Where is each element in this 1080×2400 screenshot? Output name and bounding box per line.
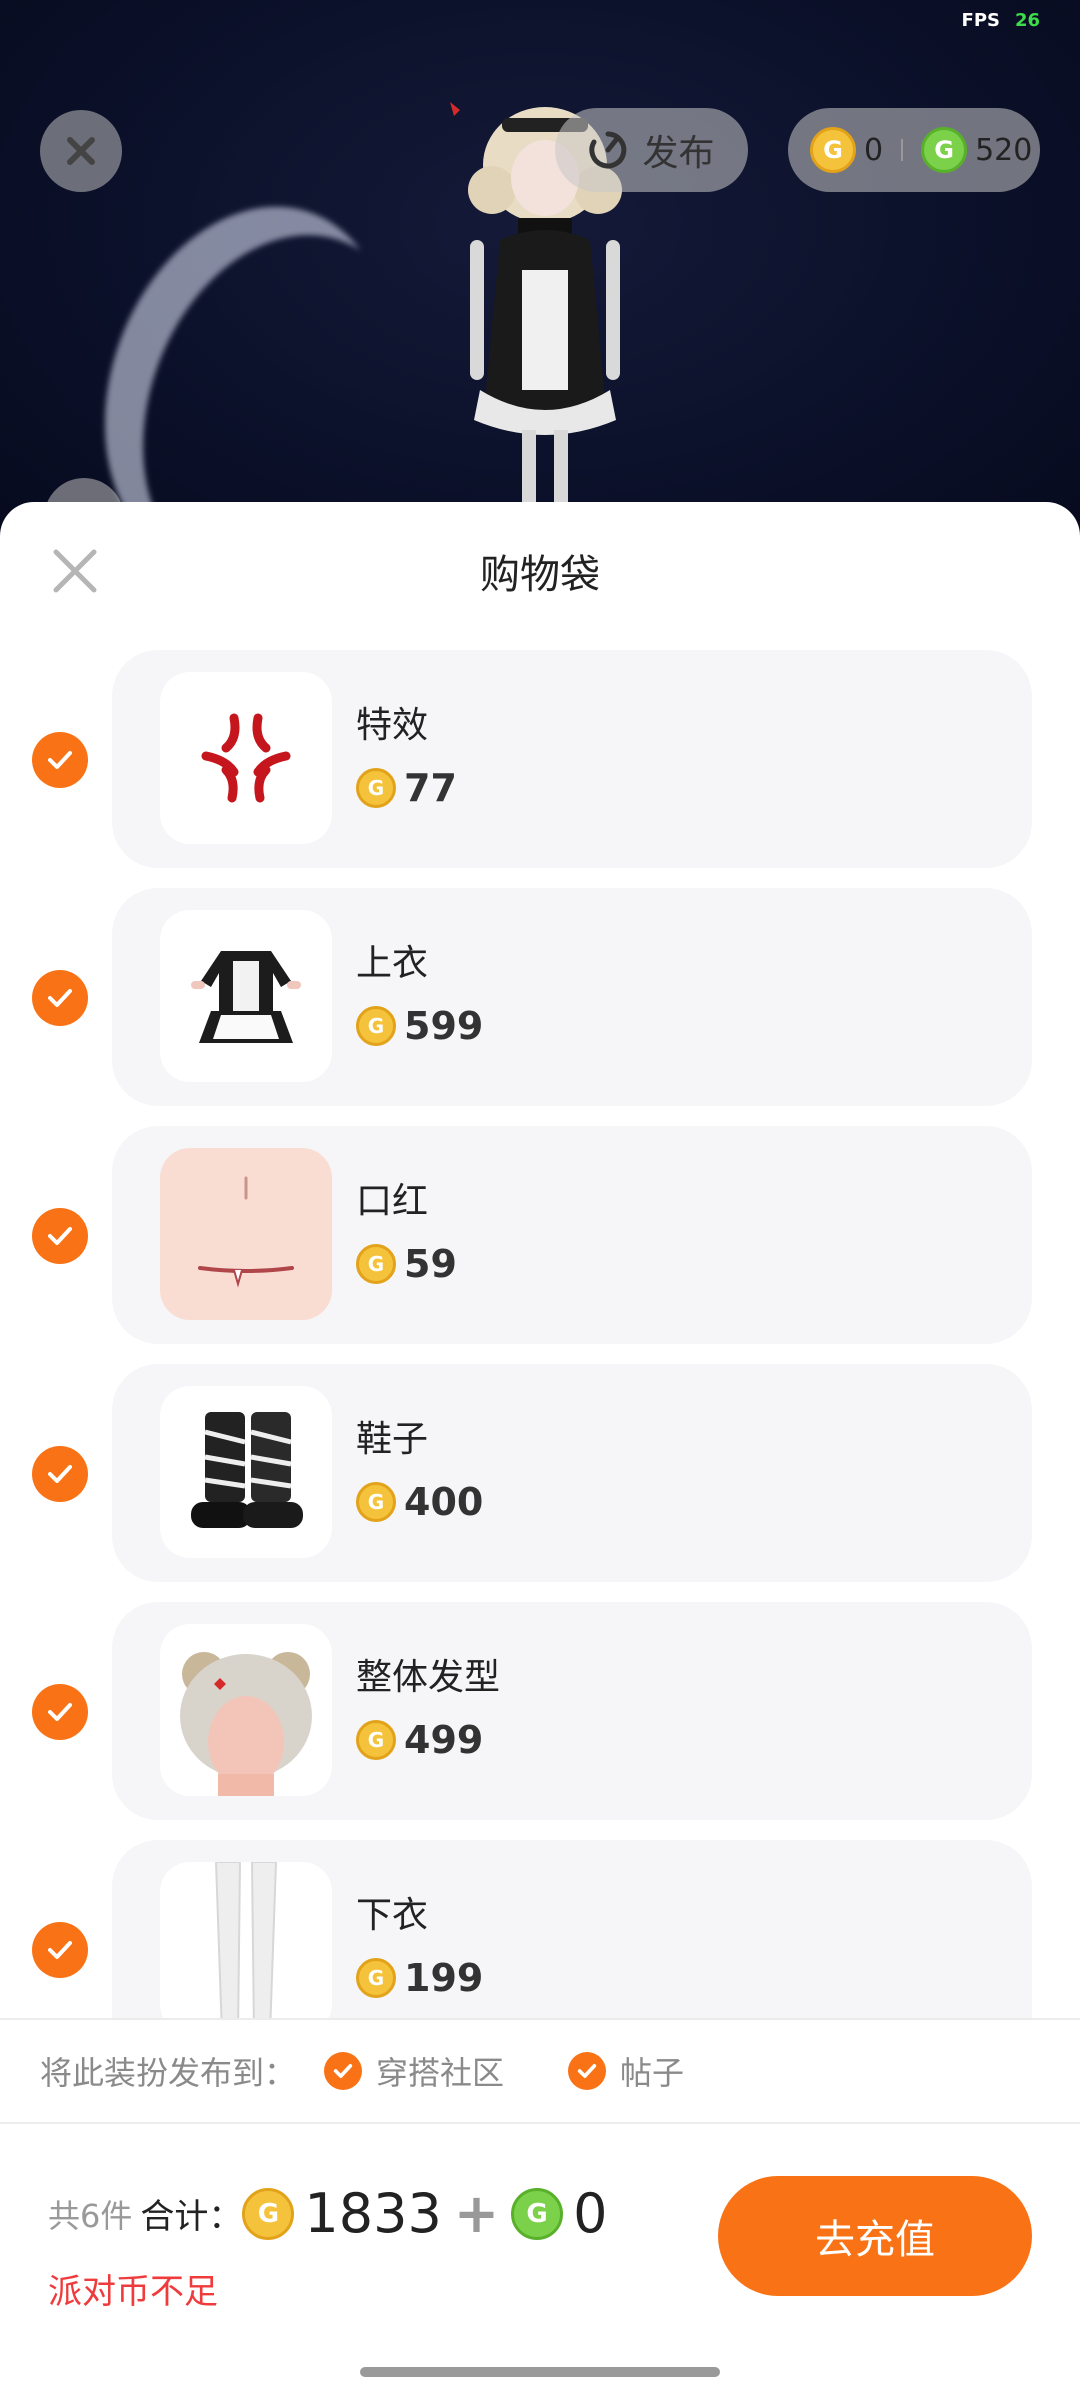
item-price: G 599 — [356, 1004, 483, 1048]
checkout-footer: 共6件 合计： G 1833 + G 0 派对币不足 去充值 — [0, 2126, 1080, 2400]
check-icon — [48, 751, 72, 769]
item-thumbnail — [160, 910, 332, 1082]
lips-icon — [198, 1176, 294, 1288]
item-price: G 59 — [356, 1242, 457, 1286]
check-icon — [324, 2052, 363, 2090]
recharge-button[interactable]: 去充值 — [718, 2176, 1032, 2296]
plus-sign: + — [453, 2182, 500, 2245]
maid-dress-icon — [191, 951, 301, 1043]
item-name: 口红 — [356, 1181, 429, 1222]
cart-item[interactable]: 鞋子 G 400 — [0, 1364, 1080, 1582]
anger-mark-icon — [201, 713, 291, 803]
check-icon — [48, 989, 72, 1007]
item-thumbnail — [160, 1148, 332, 1320]
publish-option-label: 穿搭社区 — [376, 2054, 505, 2092]
item-thumbnail — [160, 1862, 332, 2022]
fps-label: FPS — [961, 10, 1000, 31]
item-name: 上衣 — [356, 943, 429, 984]
total-label: 合计： — [140, 2197, 243, 2237]
item-name: 整体发型 — [356, 1657, 501, 1698]
item-price: G 499 — [356, 1718, 483, 1762]
item-price-value: 77 — [404, 766, 457, 810]
publish-option-label: 帖子 — [620, 2054, 685, 2092]
cart-item[interactable]: 口红 G 59 — [0, 1126, 1080, 1344]
item-checkbox[interactable] — [32, 970, 88, 1026]
item-checkbox[interactable] — [32, 732, 88, 788]
currency-balance[interactable]: G 0 G 520 — [788, 108, 1040, 192]
green-coin-icon: G — [511, 2187, 564, 2240]
party-coin-icon: G — [356, 1958, 396, 1998]
home-indicator[interactable] — [360, 2367, 720, 2377]
hairstyle-icon — [180, 1652, 312, 1796]
check-icon — [48, 1465, 72, 1483]
publish-option-post[interactable]: 帖子 — [568, 2048, 684, 2094]
party-coin-icon: G — [356, 1482, 396, 1522]
item-card[interactable]: 整体发型 G 499 — [112, 1602, 1032, 1820]
publish-button[interactable]: 发布 — [555, 108, 748, 192]
party-coin-icon: G — [356, 1006, 396, 1046]
item-card[interactable]: 特效 G 77 — [112, 650, 1032, 868]
party-coin-balance: 0 — [864, 132, 884, 168]
cart-item[interactable]: 下衣 G 199 — [0, 1840, 1080, 2022]
shopping-bag-sheet: 购物袋 特效 G 77 上衣 G 599 口红 G 59 鞋子 G 400 整体… — [0, 502, 1080, 2400]
item-price-value: 499 — [404, 1718, 484, 1762]
item-price-value: 59 — [404, 1242, 457, 1286]
green-coin-balance: 520 — [975, 132, 1033, 168]
stockings-icon — [214, 1862, 278, 2022]
item-card[interactable]: 鞋子 G 400 — [112, 1364, 1032, 1582]
item-price: G 77 — [356, 766, 457, 810]
avatar-preview-scene[interactable]: FPS 26 发布 G 0 G 520 — [0, 0, 1080, 560]
party-coin-icon: G — [356, 1244, 396, 1284]
cart-item[interactable]: 特效 G 77 — [0, 650, 1080, 868]
party-coin-icon: G — [242, 2187, 295, 2240]
item-thumbnail — [160, 1624, 332, 1796]
item-price: G 400 — [356, 1480, 483, 1524]
item-card[interactable]: 口红 G 59 — [112, 1126, 1032, 1344]
check-icon — [48, 1227, 72, 1245]
publish-option-community[interactable]: 穿搭社区 — [324, 2048, 504, 2094]
item-thumbnail — [160, 1386, 332, 1558]
close-button[interactable] — [40, 110, 122, 192]
close-icon — [67, 137, 95, 165]
check-icon — [48, 1703, 72, 1721]
cart-item-list[interactable]: 特效 G 77 上衣 G 599 口红 G 59 鞋子 G 400 整体发型 G… — [0, 650, 1080, 2022]
item-price-value: 199 — [404, 1956, 484, 2000]
item-price-value: 400 — [404, 1480, 484, 1524]
divider — [901, 139, 904, 161]
item-checkbox[interactable] — [32, 1684, 88, 1740]
party-coin-icon: G — [810, 127, 856, 173]
green-coin-icon: G — [921, 127, 968, 173]
insufficient-coins-warning: 派对币不足 — [48, 2272, 218, 2312]
party-coin-icon: G — [356, 768, 396, 808]
publish-icon — [589, 131, 627, 169]
item-name: 下衣 — [356, 1895, 429, 1936]
item-name: 鞋子 — [356, 1419, 429, 1460]
item-card[interactable]: 上衣 G 599 — [112, 888, 1032, 1106]
item-thumbnail — [160, 672, 332, 844]
item-count: 共6件 — [48, 2196, 133, 2235]
total-line: 共6件 合计： G 1833 + G 0 — [48, 2182, 607, 2245]
sheet-title: 购物袋 — [480, 552, 600, 598]
item-checkbox[interactable] — [32, 1922, 88, 1978]
item-checkbox[interactable] — [32, 1208, 88, 1264]
cart-item[interactable]: 整体发型 G 499 — [0, 1602, 1080, 1820]
item-price: G 199 — [356, 1956, 483, 2000]
gold-total: 1833 — [304, 2182, 442, 2245]
check-icon — [48, 1941, 72, 1959]
fps-value: 26 — [1014, 10, 1040, 31]
publish-to-label: 将此装扮发布到： — [40, 2054, 297, 2092]
party-coin-icon: G — [356, 1720, 396, 1760]
item-price-value: 599 — [404, 1004, 484, 1048]
publish-to-row: 将此装扮发布到： 穿搭社区 帖子 — [0, 2018, 1080, 2124]
publish-label: 发布 — [642, 133, 715, 174]
green-total: 0 — [573, 2182, 608, 2245]
check-icon — [568, 2052, 607, 2090]
item-name: 特效 — [356, 705, 429, 746]
item-card[interactable]: 下衣 G 199 — [112, 1840, 1032, 2022]
item-checkbox[interactable] — [32, 1446, 88, 1502]
cart-item[interactable]: 上衣 G 599 — [0, 888, 1080, 1106]
boots-icon — [191, 1412, 303, 1528]
